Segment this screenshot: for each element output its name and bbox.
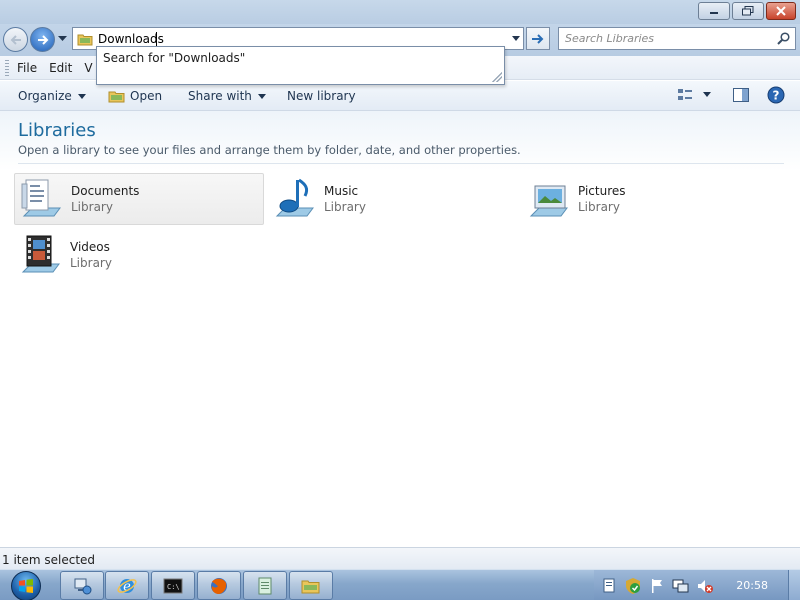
library-type: Library xyxy=(324,200,366,214)
status-text: 1 item selected xyxy=(2,553,96,567)
help-icon: ? xyxy=(767,86,785,104)
library-name: Documents xyxy=(71,184,140,198)
library-videos[interactable]: Videos Library xyxy=(14,229,264,281)
security-shield-icon[interactable] xyxy=(624,577,642,595)
recent-pages-dropdown-icon[interactable] xyxy=(58,36,67,42)
library-documents[interactable]: Documents Library xyxy=(14,173,264,225)
open-label: Open xyxy=(130,89,163,103)
start-button[interactable] xyxy=(8,570,44,600)
view-options-icon xyxy=(678,89,711,100)
status-bar: 1 item selected xyxy=(0,547,800,569)
minimize-icon xyxy=(710,12,718,14)
preview-pane-icon xyxy=(733,88,749,102)
restore-icon xyxy=(742,6,754,16)
share-with-button[interactable]: Share with xyxy=(188,89,266,103)
taskbar-internet-explorer[interactable]: e xyxy=(105,571,149,600)
taskbar-notepad[interactable] xyxy=(243,571,287,600)
documents-library-icon xyxy=(15,174,67,224)
library-type: Library xyxy=(71,200,113,214)
library-name: Pictures xyxy=(578,184,626,198)
close-button[interactable] xyxy=(766,2,796,20)
back-arrow-icon xyxy=(10,34,21,45)
library-name: Videos xyxy=(70,240,110,254)
help-button[interactable]: ? xyxy=(767,86,785,107)
go-arrow-icon xyxy=(532,33,544,44)
svg-text:?: ? xyxy=(773,89,780,103)
internet-explorer-icon: e xyxy=(117,578,137,594)
forward-button[interactable] xyxy=(30,27,55,52)
preview-pane-button[interactable] xyxy=(732,86,750,107)
firefox-icon xyxy=(211,577,227,594)
search-icon[interactable] xyxy=(777,32,790,45)
back-button[interactable] xyxy=(3,27,28,52)
library-music[interactable]: Music Library xyxy=(268,173,518,225)
close-icon xyxy=(776,6,786,16)
address-dropdown-icon[interactable] xyxy=(512,36,520,41)
address-autocomplete-dropdown: Search for "Downloads" xyxy=(96,46,505,85)
network-app-icon xyxy=(74,578,92,594)
minimize-button[interactable] xyxy=(698,2,730,20)
music-library-icon xyxy=(268,174,320,224)
window-controls xyxy=(696,2,796,20)
document-tray-icon[interactable] xyxy=(600,577,618,595)
taskbar-firefox[interactable] xyxy=(197,571,241,600)
chevron-down-icon xyxy=(257,93,266,99)
taskbar-explorer[interactable] xyxy=(289,571,333,600)
open-folder-icon xyxy=(108,91,125,103)
library-pictures[interactable]: Pictures Library xyxy=(522,173,772,225)
open-button[interactable]: Open xyxy=(108,89,162,103)
search-input[interactable] xyxy=(565,32,777,45)
explorer-icon xyxy=(301,580,320,593)
divider xyxy=(18,163,784,164)
notepad-icon xyxy=(258,577,272,594)
window-titlebar xyxy=(0,0,800,24)
taskbar-command-prompt[interactable]: C:\ xyxy=(151,571,195,600)
pictures-library-icon xyxy=(522,174,574,224)
page-title: Libraries xyxy=(18,120,96,141)
libraries-content: Libraries Open a library to see your fil… xyxy=(0,111,800,547)
search-box[interactable] xyxy=(558,27,796,50)
menu-file[interactable]: File xyxy=(17,61,37,75)
change-view-button[interactable] xyxy=(677,86,713,107)
chevron-down-icon xyxy=(77,93,86,99)
page-subtitle: Open a library to see your files and arr… xyxy=(18,143,521,157)
menu-grip xyxy=(5,59,9,76)
text-caret xyxy=(156,32,157,46)
system-tray: 20:58 xyxy=(594,570,800,600)
command-bar: Organize Open Share with New library ? xyxy=(0,81,800,111)
library-type: Library xyxy=(578,200,620,214)
flag-icon[interactable] xyxy=(648,577,666,595)
command-prompt-icon: C:\ xyxy=(163,578,183,593)
organize-label: Organize xyxy=(18,89,72,103)
maximize-button[interactable] xyxy=(732,2,764,20)
new-library-label: New library xyxy=(287,89,356,103)
share-with-label: Share with xyxy=(188,89,252,103)
forward-arrow-icon xyxy=(37,34,48,45)
folder-icon xyxy=(77,34,93,45)
menu-edit[interactable]: Edit xyxy=(49,61,72,75)
show-desktop-button[interactable] xyxy=(788,570,800,600)
library-name: Music xyxy=(324,184,359,198)
clock[interactable]: 20:58 xyxy=(736,579,768,592)
network-tray-icon[interactable] xyxy=(672,577,690,595)
new-library-button[interactable]: New library xyxy=(287,89,356,103)
windows-logo-icon xyxy=(11,570,41,600)
resize-grip[interactable] xyxy=(492,72,502,82)
menu-view[interactable]: V xyxy=(84,61,92,75)
go-button[interactable] xyxy=(526,27,550,50)
organize-button[interactable]: Organize xyxy=(18,89,86,103)
videos-library-icon xyxy=(14,230,66,280)
svg-text:C:\: C:\ xyxy=(167,583,180,591)
search-suggestion[interactable]: Search for "Downloads" xyxy=(103,51,245,65)
library-type: Library xyxy=(70,256,112,270)
address-input[interactable] xyxy=(98,31,523,46)
taskbar-network-app[interactable] xyxy=(60,571,104,600)
volume-muted-icon[interactable] xyxy=(696,577,714,595)
taskbar: e C:\ 20:58 xyxy=(0,569,800,600)
